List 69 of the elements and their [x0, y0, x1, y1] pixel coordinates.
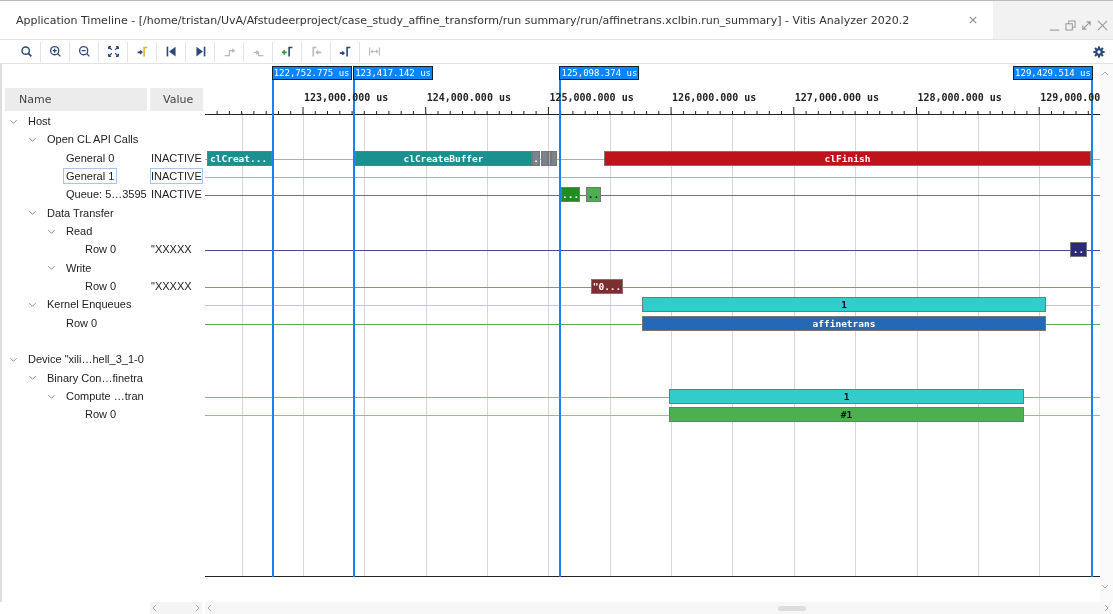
chevron-down-icon[interactable] [47, 263, 56, 273]
tick-label: 124,000.000 us [426, 92, 511, 104]
tree-item[interactable]: Read [63, 223, 96, 240]
plus-flag-icon[interactable] [280, 45, 294, 58]
tree-item[interactable]: Row 0 [63, 314, 101, 331]
marker-label[interactable]: 122,752.775 us [271, 66, 352, 80]
skip-end-icon[interactable] [193, 45, 207, 58]
event-bar[interactable]: #1 [669, 407, 1024, 423]
marker-label[interactable]: 125,098.374 us [559, 66, 640, 80]
tree-item[interactable]: Open CL API Calls [44, 131, 142, 148]
scroll-thumb[interactable] [778, 605, 806, 611]
marker-line[interactable] [271, 80, 274, 577]
tree-item[interactable]: General 0 [63, 149, 118, 166]
event-bar[interactable]: ... [561, 187, 580, 203]
event-mark[interactable] [548, 150, 551, 166]
column-header[interactable]: Value [150, 88, 203, 111]
value-text: INACTIVE [150, 187, 203, 203]
chevron-down-icon[interactable] [28, 208, 37, 218]
tree-item[interactable]: General 1 [63, 168, 118, 185]
value-text: INACTIVE [150, 150, 203, 166]
tree-item[interactable]: Queue: 5…3595 [63, 186, 150, 203]
tick-label: 128,000.000 us [917, 92, 1002, 104]
arrow-flag-icon[interactable] [338, 45, 352, 58]
restore-icon[interactable] [1065, 20, 1076, 31]
event-bar[interactable]: clCreateBuffer [355, 150, 532, 166]
value-text: INACTIVE [150, 168, 203, 185]
tree-item[interactable]: Row 0 [82, 406, 120, 423]
tree-item[interactable]: Device "xili…hell_3_1-0 [25, 351, 147, 368]
event-bar[interactable]: clCreat... [207, 150, 272, 166]
scrollbar[interactable] [150, 602, 202, 614]
skip-start-icon[interactable] [164, 45, 178, 58]
tree-item[interactable]: Host [25, 113, 54, 130]
scrollbar[interactable] [205, 602, 1111, 614]
tick-label: 127,000.000 us [794, 92, 880, 104]
arrow-flag-icon[interactable] [135, 45, 149, 58]
event-bar[interactable]: clFinish [604, 150, 1091, 166]
event-bar[interactable]: .. [586, 187, 601, 203]
event-bar[interactable]: affinetrans [642, 315, 1046, 331]
event-bar[interactable]: 1 [669, 388, 1024, 404]
tree-item[interactable]: Kernel Enqueues [44, 296, 135, 313]
marker-label[interactable]: 123,417.142 us [353, 66, 434, 80]
value-text: "XXXXX [150, 242, 193, 258]
column-header[interactable]: Name [5, 88, 147, 111]
event-mark[interactable] [541, 150, 548, 166]
tree-item[interactable]: Write [63, 259, 95, 276]
expand-icon[interactable] [106, 45, 120, 58]
event-bar[interactable]: 1 [642, 297, 1046, 313]
zoom-in-icon[interactable] [48, 45, 62, 58]
event-bar[interactable]: . [532, 150, 540, 166]
event-bar[interactable]: .. [1070, 242, 1087, 258]
zoom-out-icon[interactable] [77, 45, 91, 58]
close-icon[interactable] [969, 16, 977, 24]
tree-item[interactable]: Data Transfer [44, 204, 117, 221]
marker-label[interactable]: 129,429.514 us [1013, 66, 1093, 80]
settings-icon[interactable] [1093, 45, 1105, 58]
tree-item[interactable]: Row 0 [82, 241, 120, 258]
event-mark[interactable] [551, 150, 557, 166]
value-text: "XXXXX [150, 279, 193, 295]
tree-item[interactable]: Binary Con…finetra [44, 369, 146, 386]
search-icon[interactable] [19, 45, 33, 58]
tree-item[interactable]: Compute …tran [63, 388, 147, 405]
chevron-down-icon[interactable] [28, 135, 37, 144]
chevron-down-icon[interactable] [28, 373, 37, 383]
event-bar[interactable]: "0... [591, 278, 623, 294]
maximize-icon[interactable] [1081, 20, 1092, 31]
tree-item[interactable]: Row 0 [82, 278, 120, 295]
tick-label: 126,000.000 us [672, 92, 757, 104]
close-icon[interactable] [1097, 20, 1108, 31]
window-title: Application Timeline - [/home/tristan/UvA/Afstudeerproject/case_study_affine_transform/run summary/run/affinetrans.xclbin.run_summary] - Vitis Analyzer 2020.2 [16, 13, 911, 27]
